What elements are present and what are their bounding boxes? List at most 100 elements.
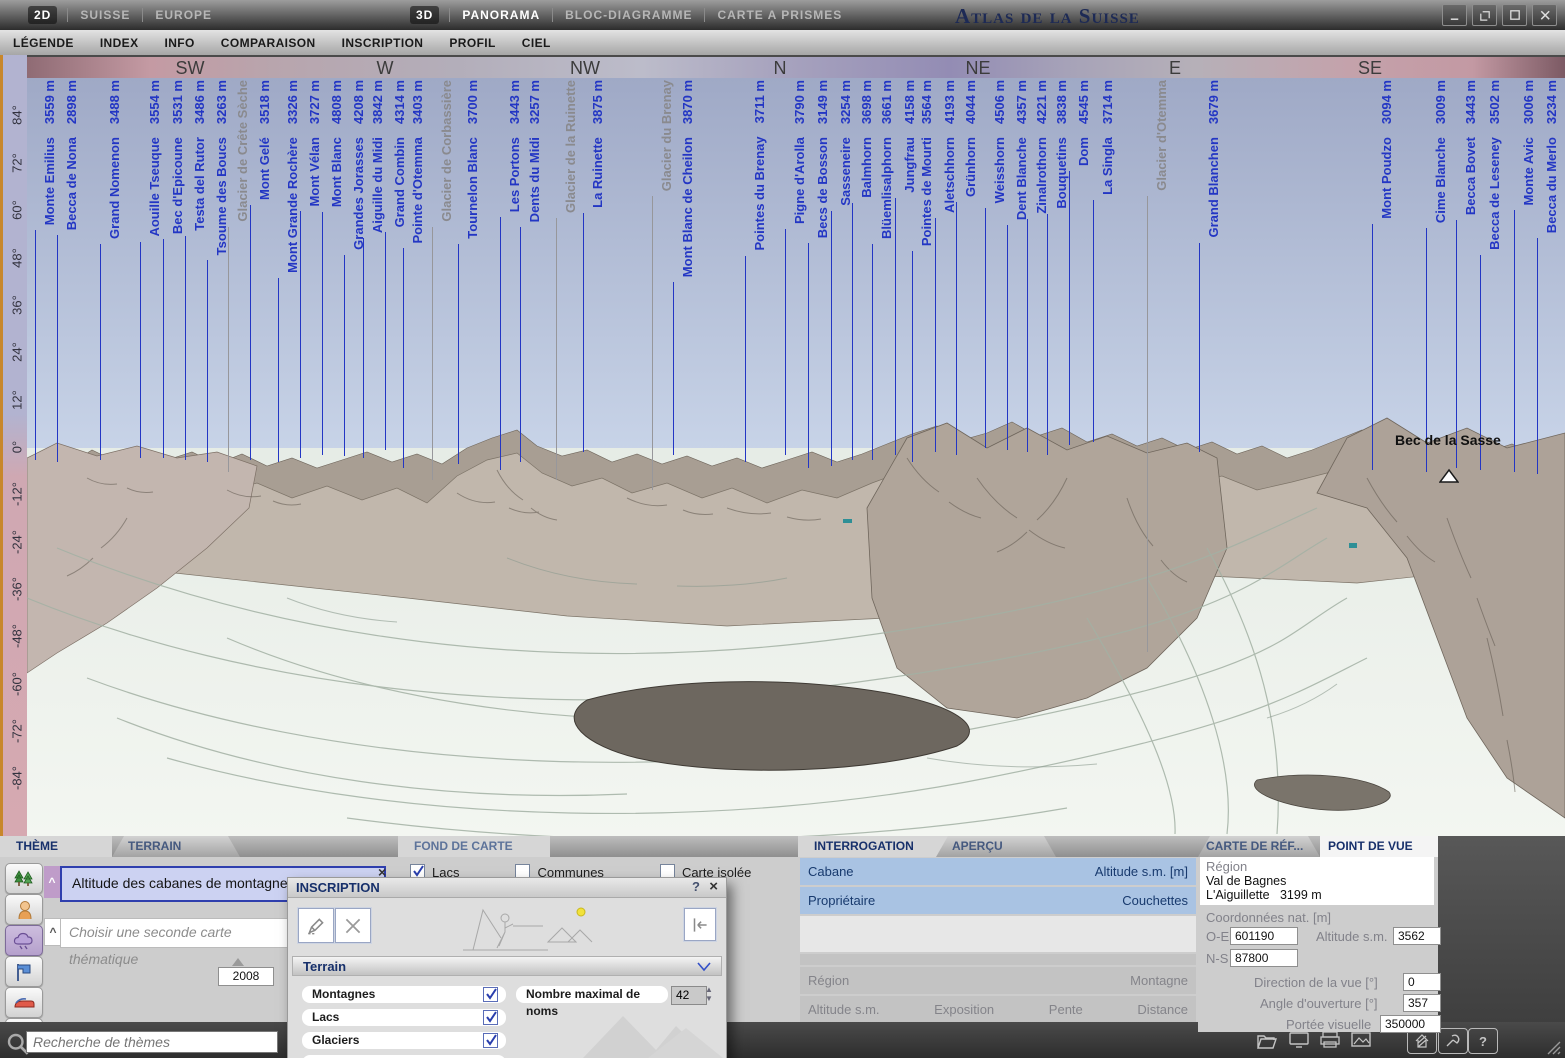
toolmenu-profil[interactable]: PROFIL xyxy=(449,36,495,50)
leader-line xyxy=(1514,210,1515,472)
menu-suisse[interactable]: SUISSE xyxy=(68,8,142,22)
inscription-dialog-title[interactable]: INSCRIPTION xyxy=(288,878,726,898)
mode-menu-2d: 2D SUISSEEUROPE xyxy=(18,0,224,30)
check-icon xyxy=(411,863,426,878)
close-icon xyxy=(1538,8,1552,22)
toolmenu-comparaison[interactable]: COMPARAISON xyxy=(221,36,316,50)
peak-label: Pointe d'Otemma 3403 m xyxy=(410,80,425,243)
close-button[interactable] xyxy=(1532,4,1557,26)
angle-input[interactable]: 357 xyxy=(1403,994,1441,1012)
tab-carte-de-ref[interactable]: CARTE DE RÉF... xyxy=(1198,836,1320,857)
tab-terrain[interactable]: TERRAIN xyxy=(112,836,240,857)
checkbox-checked[interactable] xyxy=(483,987,498,1002)
leader-line xyxy=(57,235,58,462)
export-image-button[interactable] xyxy=(1349,1028,1373,1058)
open-folder-button[interactable] xyxy=(1255,1028,1279,1057)
tab-apercu[interactable]: APERÇU xyxy=(936,836,1056,857)
toolmenu-ciel[interactable]: CIEL xyxy=(522,36,551,50)
resize-grip[interactable] xyxy=(1546,1040,1562,1056)
home-icon xyxy=(1413,1032,1431,1050)
axis-tick-label: -48° xyxy=(10,624,25,648)
summit-marker-triangle[interactable] xyxy=(1439,468,1459,484)
delete-annotation-button[interactable] xyxy=(335,908,371,943)
menu-panorama[interactable]: PANORAMA xyxy=(450,8,552,22)
toolmenu-index[interactable]: INDEX xyxy=(100,36,139,50)
year-slider-thumb[interactable] xyxy=(232,958,244,966)
point-de-vue-panel: CARTE DE RÉF... POINT DE VUE Région Val … xyxy=(1198,836,1438,1032)
help-button[interactable]: ? xyxy=(1468,1028,1498,1054)
transport-train-icon xyxy=(11,992,37,1014)
axis-tick-label: 12° xyxy=(10,390,25,410)
peak-label: Dent Blanche 4357 m xyxy=(1014,80,1029,220)
checkbox-checked[interactable] xyxy=(483,1010,498,1025)
toolmenu-inscription[interactable]: INSCRIPTION xyxy=(342,36,424,50)
leader-line xyxy=(1069,171,1070,445)
theme-category-transport-train[interactable] xyxy=(5,987,43,1018)
axis-tick-label: -36° xyxy=(10,577,25,601)
terrain-section-header[interactable]: Terrain xyxy=(292,956,722,976)
maximize-button[interactable] xyxy=(1502,4,1527,26)
ns-input[interactable]: 87800 xyxy=(1230,949,1298,967)
leader-line xyxy=(35,230,36,460)
query-montagne-label: Montagne xyxy=(1130,973,1188,988)
menu-bloc-diagramme[interactable]: BLOC-DIAGRAMME xyxy=(553,8,704,22)
menu-europe[interactable]: EUROPE xyxy=(143,8,224,22)
range-label: Portée visuelle xyxy=(1286,1017,1371,1032)
inscription-dialog: INSCRIPTION ? × Terrain MontagnesLacsGla… xyxy=(287,877,727,1058)
dialog-close-button[interactable]: × xyxy=(709,878,718,895)
menu-carte-a-prismes[interactable]: CARTE A PRISMES xyxy=(705,8,854,22)
reset-labels-button[interactable] xyxy=(684,908,716,941)
display-button[interactable] xyxy=(1287,1028,1311,1058)
theme-tabrow: THÈME TERRAIN xyxy=(0,836,398,857)
menu-2d[interactable]: 2D xyxy=(28,6,57,24)
restore-button[interactable] xyxy=(1472,4,1497,26)
toolmenu-l-gende[interactable]: LÉGENDE xyxy=(13,36,74,50)
compass-se: SE xyxy=(1358,58,1382,79)
minimize-icon xyxy=(1448,8,1462,22)
theme-category-state-flag[interactable] xyxy=(5,956,43,987)
annotate-pen-button[interactable] xyxy=(298,908,334,943)
theme-category-climate-cloud[interactable] xyxy=(5,925,43,956)
toolbar-menu: LÉGENDE INDEX INFO COMPARAISON INSCRIPTION PR… xyxy=(13,30,551,55)
collapse-theme-chip[interactable]: ^ xyxy=(44,866,60,898)
leader-line xyxy=(852,203,853,460)
reset-left-icon xyxy=(689,914,711,936)
leader-line xyxy=(985,208,986,448)
panorama-view[interactable]: Monte Emilius 3559 mBecca de Nona 2898 m… xyxy=(27,78,1565,836)
tab-theme[interactable]: THÈME xyxy=(0,836,112,857)
layer-row-glaciers: Glaciers xyxy=(302,1032,506,1049)
pdv-tabrow: CARTE DE RÉF... POINT DE VUE xyxy=(1198,836,1438,857)
query-proprietaire-label: Propriétaire xyxy=(808,893,875,908)
query-footer-row: Altitude s.m.ExpositionPenteDistance xyxy=(800,996,1196,1022)
peak-label: Becca de Leseney 3502 m xyxy=(1487,80,1502,250)
tab-point-de-vue[interactable]: POINT DE VUE xyxy=(1320,836,1438,857)
tab-fond-de-carte[interactable]: FOND DE CARTE xyxy=(398,836,550,857)
tools-button[interactable] xyxy=(1438,1028,1468,1054)
checkbox-checked[interactable] xyxy=(483,1033,498,1048)
toolmenu-info[interactable]: INFO xyxy=(165,36,195,50)
oe-input[interactable]: 601190 xyxy=(1230,927,1298,945)
second-theme-field[interactable]: Choisir une seconde carte thématique xyxy=(60,918,294,948)
peak-label: Sasseneire 3254 m xyxy=(838,80,853,206)
peak-label: Becca Bovet 3443 m xyxy=(1463,80,1478,215)
alt-input[interactable]: 3562 xyxy=(1393,927,1441,945)
theme-category-society-person[interactable] xyxy=(5,894,43,925)
minimize-button[interactable] xyxy=(1442,4,1467,26)
direction-input[interactable]: 0 xyxy=(1403,973,1441,991)
theme-search-input[interactable] xyxy=(26,1031,278,1053)
region-value: Val de Bagnes xyxy=(1206,874,1428,888)
peak-label: Weisshorn 4506 m xyxy=(992,80,1007,203)
query-altitude-label: Altitude s.m. [m] xyxy=(1095,864,1188,879)
direction-label: Direction de la vue [°] xyxy=(1254,975,1378,990)
layer-row-lacs: Lacs xyxy=(302,1009,506,1026)
theme-category-nature-trees[interactable] xyxy=(5,863,43,894)
menu-3d[interactable]: 3D xyxy=(410,6,439,24)
peak-label: Becca du Merlo 3234 m xyxy=(1544,80,1559,233)
query-footer-pente: Pente xyxy=(1049,1002,1083,1017)
range-input[interactable]: 350000 xyxy=(1380,1015,1441,1033)
peak-label: Bec d'Epicoune 3531 m xyxy=(170,80,185,234)
print-button[interactable] xyxy=(1318,1028,1342,1058)
year-value[interactable]: 2008 xyxy=(218,967,274,986)
dialog-help-button[interactable]: ? xyxy=(692,879,700,894)
query-row-empty1 xyxy=(800,916,1196,952)
